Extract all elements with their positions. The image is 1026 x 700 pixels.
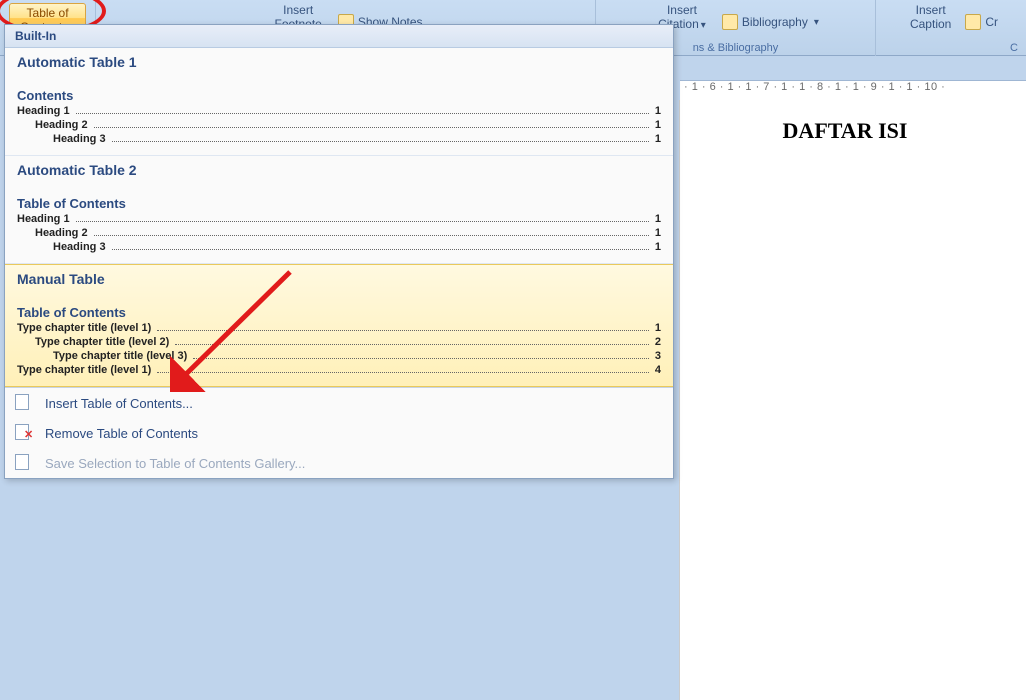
toc-line-label: Type chapter title (level 1)	[17, 364, 151, 376]
gallery-footer: Insert Table of Contents... Remove Table…	[5, 387, 673, 478]
insert-caption-button[interactable]: Insert Caption	[904, 2, 957, 34]
toc-preview-line: Heading 1 1	[17, 213, 661, 225]
gallery-item-title: Automatic Table 1	[17, 54, 661, 70]
toc-preview-line: Type chapter title (level 3) 3	[17, 350, 661, 362]
toc-line-page: 2	[655, 336, 661, 348]
toc-label-line1: Table of	[27, 7, 69, 21]
chevron-down-icon: ▾	[814, 17, 819, 28]
toc-preview-line: Heading 2 1	[17, 227, 661, 239]
toc-line-page: 4	[655, 364, 661, 376]
horizontal-ruler: · 1 · 6 · 1 · 1 · 7 · 1 · 1 · 8 · 1 · 1 …	[680, 80, 1026, 102]
toc-preview-line: Heading 2 1	[17, 119, 661, 131]
toc-preview-line: Heading 1 1	[17, 105, 661, 117]
toc-line-page: 1	[655, 133, 661, 145]
gallery-item-1[interactable]: Automatic Table 2 Table of Contents Headin…	[5, 156, 673, 264]
toc-line-leader	[76, 221, 649, 222]
toc-line-label: Type chapter title (level 1)	[17, 322, 151, 334]
toc-preview-line: Heading 3 1	[17, 133, 661, 145]
document-title: DAFTAR ISI	[730, 118, 960, 144]
toc-line-label: Heading 1	[17, 213, 70, 225]
toc-line-page: 1	[655, 322, 661, 334]
toc-preview-line: Heading 3 1	[17, 241, 661, 253]
toc-preview-line: Type chapter title (level 1) 1	[17, 322, 661, 334]
gallery-item-subtitle: Table of Contents	[17, 305, 661, 320]
toc-line-page: 1	[655, 227, 661, 239]
gallery-section-header: Built-In	[5, 25, 673, 48]
insert-toc-menu-item[interactable]: Insert Table of Contents...	[5, 388, 673, 418]
toc-line-page: 1	[655, 119, 661, 131]
gallery-item-title: Manual Table	[17, 271, 661, 287]
save-toc-gallery-menu-item: Save Selection to Table of Contents Gall…	[5, 448, 673, 478]
document-page[interactable]: DAFTAR ISI	[680, 100, 1026, 700]
toc-line-label: Heading 2	[35, 227, 88, 239]
page-icon	[15, 394, 35, 412]
group-label-captions: C	[1010, 42, 1018, 54]
page-remove-icon	[15, 424, 35, 442]
toc-line-label: Heading 2	[35, 119, 88, 131]
bibliography-button[interactable]: Bibliography ▾	[722, 14, 819, 30]
gallery-item-title: Automatic Table 2	[17, 162, 661, 178]
gallery-item-0[interactable]: Automatic Table 1ContentsHeading 11Headi…	[5, 48, 673, 156]
caption-icon	[965, 14, 981, 30]
toc-line-label: Type chapter title (level 3)	[53, 350, 187, 362]
book-icon	[722, 14, 738, 30]
toc-line-leader	[94, 235, 649, 236]
toc-preview-line: Type chapter title (level 1) 4	[17, 364, 661, 376]
toc-preview-line: Type chapter title (level 2) 2	[17, 336, 661, 348]
group-label-citations: ns & Bibliography	[693, 42, 779, 54]
gallery-item-subtitle: Contents	[17, 88, 661, 103]
toc-line-leader	[112, 249, 649, 250]
chevron-down-icon: ▾	[701, 20, 706, 31]
remove-toc-menu-item[interactable]: Remove Table of Contents	[5, 418, 673, 448]
toc-line-page: 1	[655, 241, 661, 253]
gallery-item-subtitle: Table of Contents	[17, 196, 661, 211]
toc-line-page: 1	[655, 213, 661, 225]
toc-line-page: 3	[655, 350, 661, 362]
toc-line-leader	[157, 330, 649, 331]
toc-line-page: 1	[655, 105, 661, 117]
toc-line-label: Heading 3	[53, 133, 106, 145]
toc-line-leader	[157, 372, 649, 373]
toc-line-label: Type chapter title (level 2)	[35, 336, 169, 348]
toc-line-leader	[175, 344, 649, 345]
create-button[interactable]: Cr	[965, 14, 998, 30]
toc-line-leader	[112, 141, 649, 142]
gallery-item-2[interactable]: Manual Table Table of Contents Type chapte…	[5, 264, 673, 387]
toc-line-leader	[76, 113, 649, 114]
toc-line-leader	[94, 127, 649, 128]
toc-gallery-dropdown: Built-In Automatic Table 1 Contents Headin…	[4, 24, 674, 479]
ribbon-group-captions: Insert Caption Cr C	[876, 0, 1026, 56]
toc-line-label: Heading 3	[53, 241, 106, 253]
toc-line-leader	[193, 358, 649, 359]
save-icon	[15, 454, 35, 472]
toc-line-label: Heading 1	[17, 105, 70, 117]
